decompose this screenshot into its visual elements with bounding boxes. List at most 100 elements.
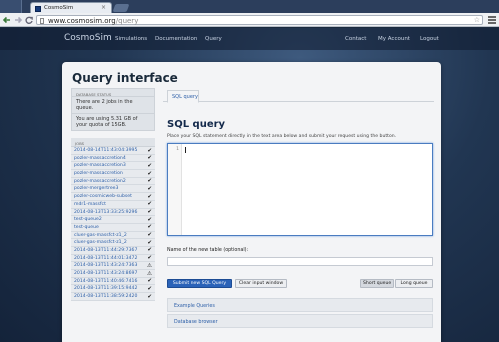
check-icon: ✔ [147,155,152,162]
database-browser-accordion[interactable]: Database browser [167,314,433,328]
job-name[interactable]: 2014-08-13T13:33:25:9296 [74,210,137,215]
job-name[interactable]: pozler-massaccretion2 [74,179,126,184]
site-brand[interactable]: CosmoSim [64,33,112,43]
job-name[interactable]: 2014-08-13T11:43:24:7363 [74,263,137,268]
menu-icon[interactable] [488,16,496,24]
address-bar[interactable]: www.cosmosim.org/query ☆ [36,15,483,25]
job-name[interactable]: 2014-08-13T11:40:46:7416 [74,279,137,284]
job-name[interactable]: 2014-08-13T11:39:15:9442 [74,286,137,291]
check-icon: ✔ [147,209,152,215]
check-icon: ✔ [147,193,152,200]
job-row[interactable]: 2014-08-13T11:40:46:7416 ✔ [71,277,155,286]
line-number: 1 [176,147,179,152]
main-area: SQL query SQL query Place your SQL state… [163,88,434,342]
check-icon: ✔ [147,147,152,154]
job-row[interactable]: 2014-08-13T13:33:25:9296 ✔ [71,208,155,217]
browser-toolbar: www.cosmosim.org/query ☆ [0,13,499,27]
sidebar: DATABASE STATUS There are 2 jobs in the … [71,88,155,301]
long-queue-button[interactable]: Long queue [395,279,433,288]
status-header: DATABASE STATUS [72,89,154,97]
reload-icon[interactable] [24,15,34,25]
job-row[interactable]: cluer-gas-massfct-z1_2 ✔ [71,239,155,247]
bookmark-star-icon[interactable]: ☆ [474,16,480,24]
page-title: Query interface [72,71,178,85]
tab-row: SQL query [163,88,434,103]
check-icon: ✔ [147,247,152,254]
job-row[interactable]: cluer-gas-massfct-z1_2 ✔ [71,231,155,240]
nav-my-account[interactable]: My Account [378,36,410,42]
warning-icon: ⚠ [147,262,152,269]
job-row[interactable]: mdr1-massfct ✔ [71,200,155,209]
job-name[interactable]: 2014-08-13T11:38:59:2420 [74,294,137,299]
top-navigation: CosmoSim Simulations Documentation Query… [0,28,499,50]
job-name[interactable]: 2014-08-13T11:44:29:7367 [74,248,137,253]
check-icon: ✔ [147,278,152,285]
job-name[interactable]: pozler-mergertree3 [74,186,118,191]
nav-documentation[interactable]: Documentation [155,36,197,42]
job-name[interactable]: 2014-08-13T11:44:01:3472 [74,256,137,261]
nav-contact[interactable]: Contact [345,36,366,42]
job-row[interactable]: 2014-08-13T11:38:59:2420 ✔ [71,293,155,301]
job-row[interactable]: pozler-massaccretion ✔ [71,170,155,178]
database-status-box: DATABASE STATUS There are 2 jobs in the … [71,88,155,131]
job-row[interactable]: 2014-08-13T11:44:01:3472 ✔ [71,254,155,263]
close-tab-icon[interactable]: × [101,4,106,11]
browser-tab[interactable]: CosmoSim × [30,2,112,13]
sql-editor[interactable]: 1 [167,143,433,236]
check-icon: ✔ [147,285,152,292]
job-name[interactable]: pozler-massaccretion3 [74,163,126,168]
check-icon: ✔ [147,201,152,208]
job-row[interactable]: 2014-08-13T11:43:24:7363 ⚠ [71,262,155,270]
profile-corner[interactable] [0,0,22,13]
nav-query[interactable]: Query [205,36,222,42]
job-row[interactable]: pozler-massaccretion2 ✔ [71,177,155,186]
job-name[interactable]: test-queue [74,225,99,230]
job-name[interactable]: 2014-08-14T11:43:04:3995 [74,148,137,153]
nav-logout[interactable]: Logout [420,36,439,42]
job-row[interactable]: 2014-08-13T11:39:15:9442 ✔ [71,285,155,294]
content-panel: Query interface DATABASE STATUS There ar… [62,62,441,342]
line-gutter: 1 [168,144,182,235]
short-queue-button[interactable]: Short queue [360,279,394,288]
job-name[interactable]: cluer-gas-massfct-z1_2 [74,240,127,245]
warning-icon: ⚠ [147,270,152,277]
quota-status: You are using 5.31 GB of your quota of 1… [76,116,138,128]
job-row[interactable]: pozler-massaccretion3 ✔ [71,162,155,171]
table-name-label: Name of the new table (optional): [167,248,249,253]
job-name[interactable]: pozler-cosmicweb-subset [74,194,132,199]
job-row[interactable]: test-queue2 ✔ [71,216,155,224]
job-row[interactable]: 2014-08-13T11:43:24:8697 ⚠ [71,270,155,278]
jobs-header: JOBS [71,138,155,147]
job-name[interactable]: test-queue2 [74,217,102,222]
job-row[interactable]: 2014-08-13T11:44:29:7367 ✔ [71,246,155,255]
job-row[interactable]: 2014-08-14T11:43:04:3995 ✔ [71,147,155,155]
queue-status: There are 2 jobs in the queue. [72,97,154,114]
job-name[interactable]: pozler-massaccretion [74,171,123,176]
website: CosmoSim Simulations Documentation Query… [0,28,499,342]
job-row[interactable]: pozler-mergertree3 ✔ [71,185,155,194]
submit-query-button[interactable]: Submit new SQL Query [167,279,232,288]
tab-sql-query[interactable]: SQL query [167,90,199,103]
forward-icon[interactable] [13,15,23,25]
check-icon: ✔ [147,293,152,300]
clear-input-button[interactable]: Clear input window [235,279,287,288]
example-queries-accordion[interactable]: Example Queries [167,298,433,312]
job-name[interactable]: mdr1-massfct [74,202,106,207]
job-row[interactable]: test-queue ✔ [71,223,155,232]
table-name-input[interactable] [167,257,433,266]
jobs-list: 2014-08-14T11:43:04:3995 ✔ pozler-massaccr… [71,147,155,301]
check-icon: ✔ [147,239,152,246]
check-icon: ✔ [147,170,152,177]
job-row[interactable]: pozler-cosmicweb-subset ✔ [71,193,155,201]
job-name[interactable]: cluer-gas-massfct-z1_2 [74,233,127,238]
job-name[interactable]: 2014-08-13T11:43:24:8697 [74,271,137,276]
nav-simulations[interactable]: Simulations [115,36,147,42]
instructions: Place your SQL statement directly in the… [167,134,397,139]
page-icon [40,17,44,24]
check-icon: ✔ [147,185,152,192]
job-name[interactable]: pozler-massaccretion4 [74,156,126,161]
check-icon: ✔ [147,216,152,223]
new-tab-button[interactable] [112,4,130,12]
job-row[interactable]: pozler-massaccretion4 ✔ [71,154,155,163]
back-icon[interactable] [2,15,12,25]
